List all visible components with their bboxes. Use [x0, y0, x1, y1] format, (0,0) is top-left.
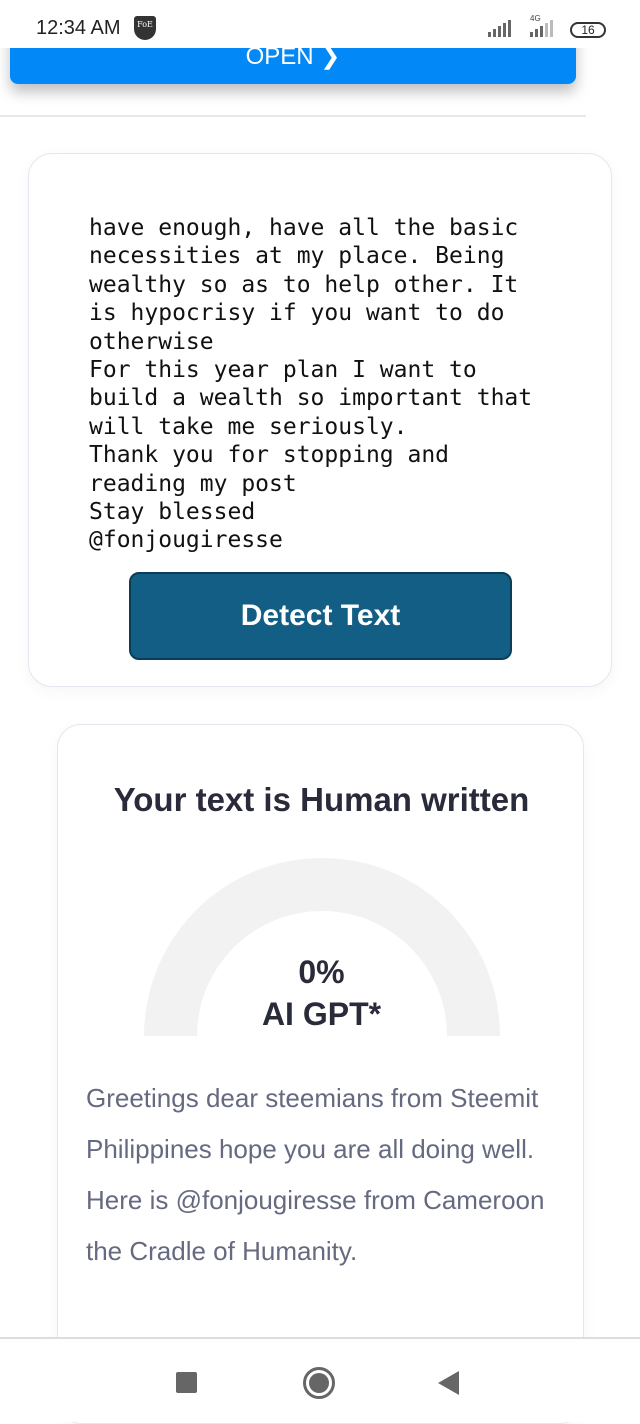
result-summary: Greetings dear steemians from Steemit Ph… — [86, 1083, 545, 1266]
back-icon[interactable] — [438, 1371, 459, 1395]
status-bar: 12:34 AM FoE 4G 16 — [0, 0, 640, 48]
recents-icon[interactable] — [176, 1372, 197, 1393]
ai-label: AI GPT* — [261, 996, 382, 1032]
navigation-bar — [0, 1337, 640, 1422]
status-time: 12:34 AM — [36, 17, 121, 39]
result-card: Your text is Human written 0% AI GPT* Gr… — [57, 724, 584, 1424]
ai-score: 0% AI GPT* — [58, 951, 585, 1035]
detect-text-button[interactable]: Detect Text — [129, 572, 512, 660]
input-card: have enough, have all the basic necessit… — [28, 153, 612, 687]
signal-icon — [488, 20, 511, 37]
battery-icon: 16 — [570, 22, 606, 38]
divider — [0, 115, 586, 117]
result-title: Your text is Human written — [113, 781, 530, 818]
app-shield-icon: FoE — [134, 16, 156, 40]
signal-2-icon — [530, 20, 553, 37]
ai-percent: 0% — [298, 954, 345, 990]
input-text[interactable]: have enough, have all the basic necessit… — [89, 214, 532, 555]
home-icon[interactable] — [303, 1367, 335, 1399]
